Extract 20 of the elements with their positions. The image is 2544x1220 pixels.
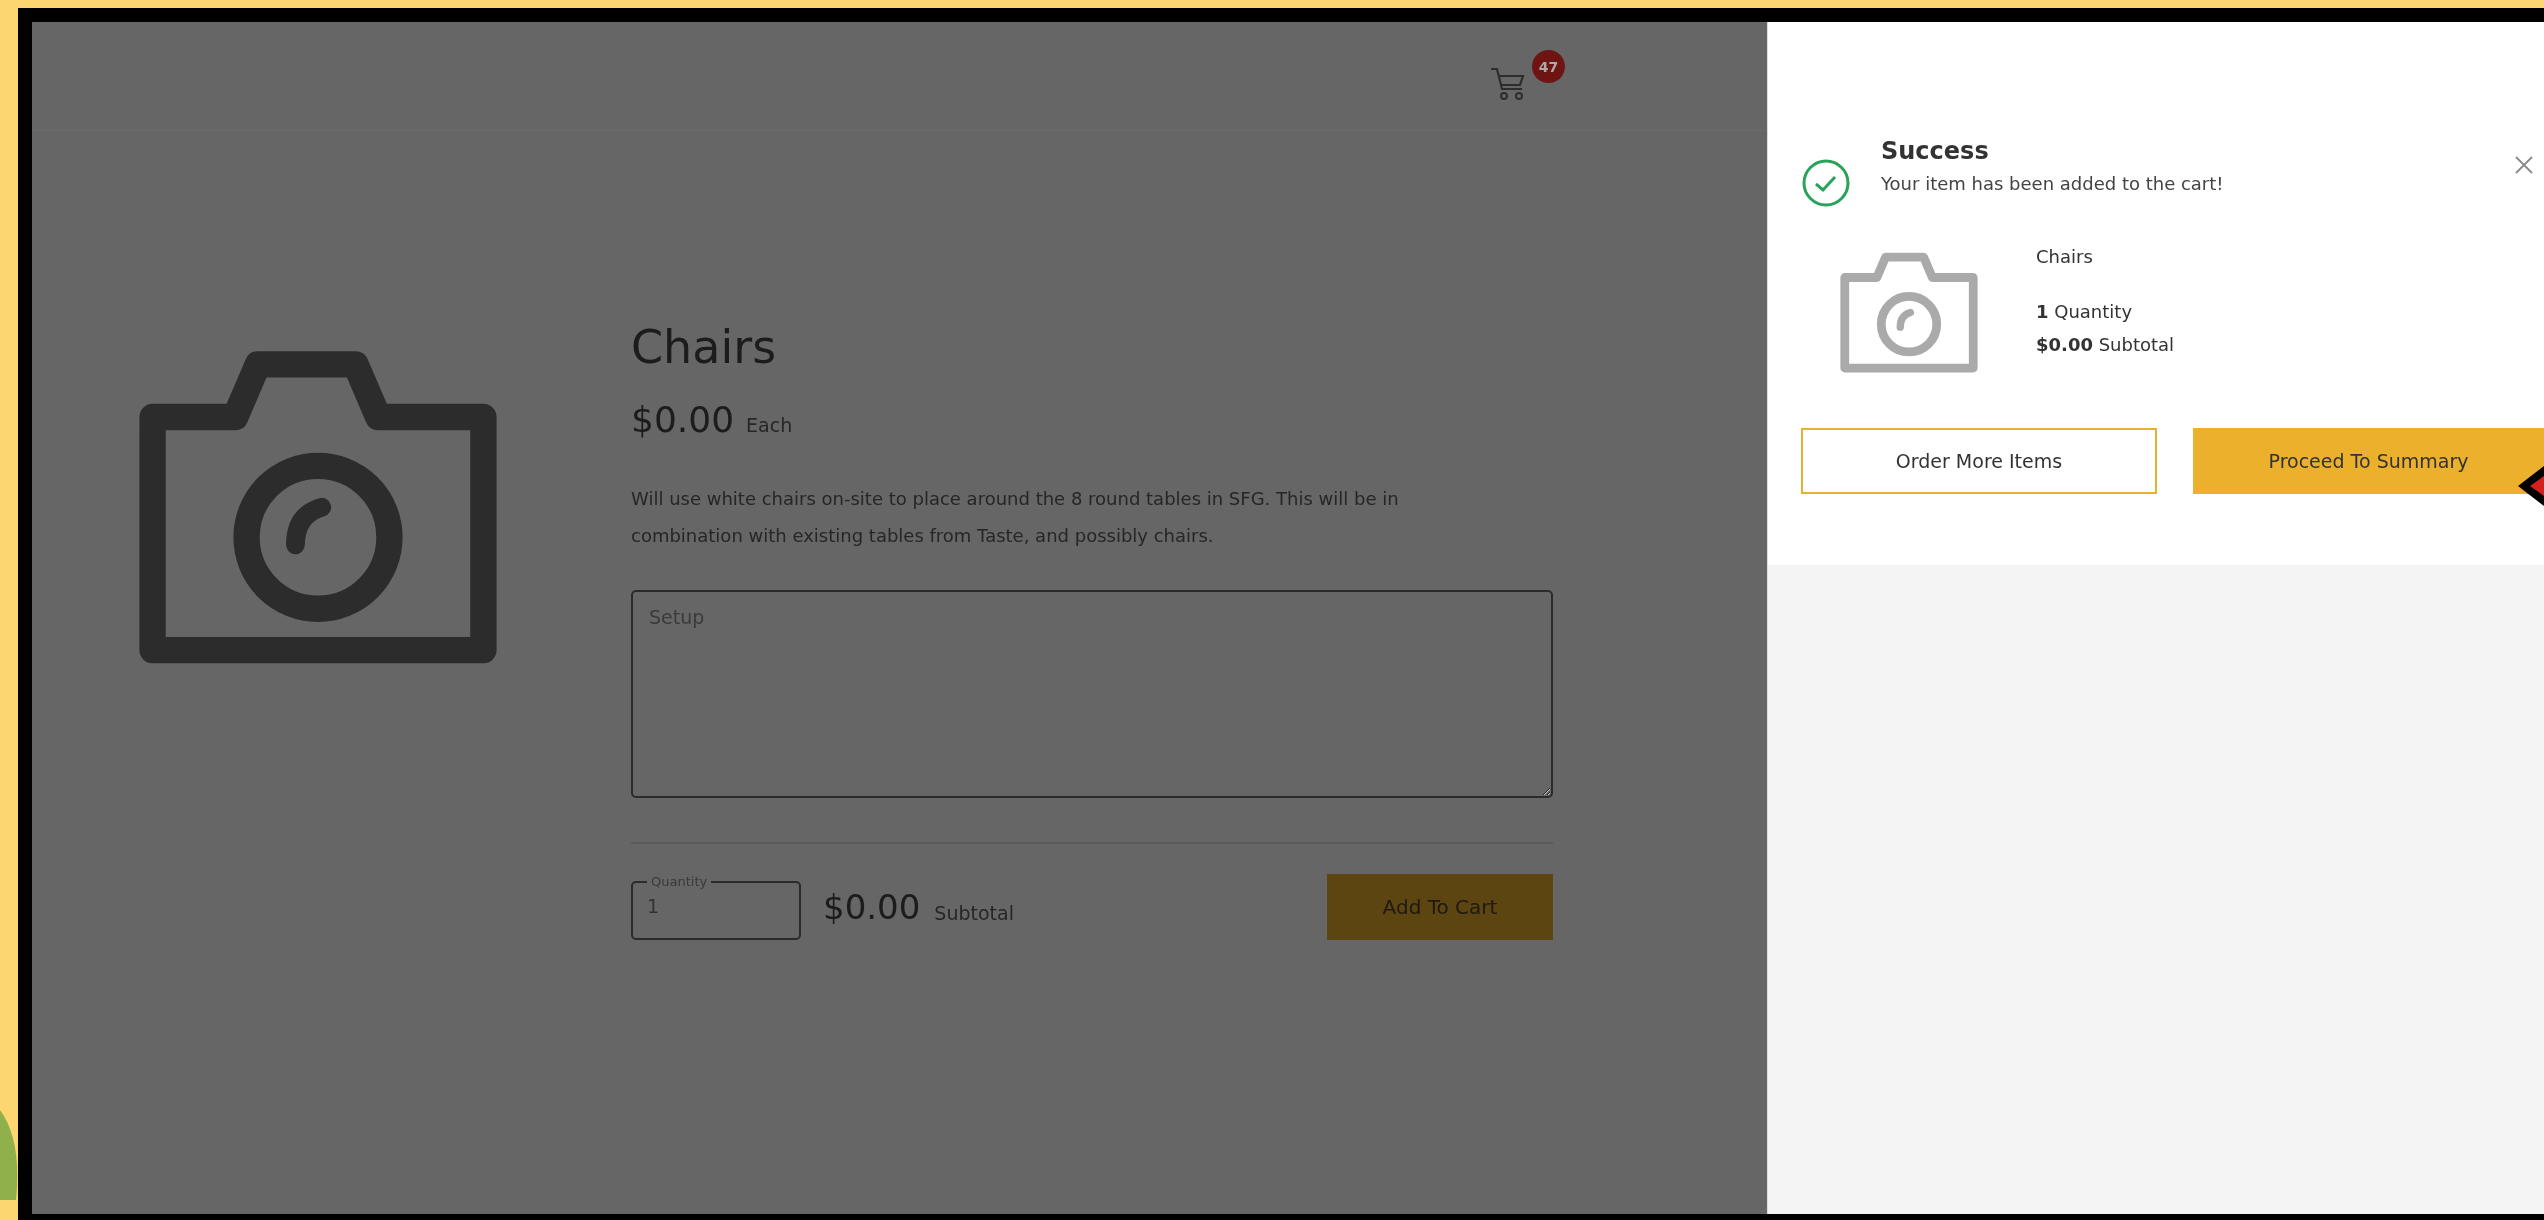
product-description: Will use white chairs on-site to place around the 8 round tables in SFG. This will be in combination with existing tables from Taste, and possibly chairs.	[631, 487, 1400, 548]
price-unit: Each	[746, 414, 793, 436]
product-title: Chairs	[631, 319, 778, 376]
subtotal-amount: $0.00	[823, 887, 921, 927]
item-quantity: 1	[2036, 301, 2049, 322]
add-to-cart-button[interactable]: Add To Cart	[1327, 874, 1553, 940]
subtotal-label: Subtotal	[2098, 334, 2175, 355]
pointer-arrow-icon	[2518, 466, 2544, 506]
order-more-button[interactable]: Order More Items	[1801, 428, 2157, 494]
success-check-icon	[1801, 158, 1851, 208]
notification-title: Success	[1881, 137, 1990, 165]
cart-count-badge: 47	[1532, 50, 1565, 83]
quantity-label: Quantity	[2054, 301, 2133, 322]
proceed-button[interactable]: Proceed To Summary	[2193, 428, 2544, 494]
item-subtotal: $0.00	[2036, 334, 2093, 355]
notification-message: Your item has been added to the cart!	[1881, 173, 2225, 194]
subtotal-label: Subtotal	[934, 902, 1014, 924]
item-name: Chairs	[2036, 246, 2094, 267]
close-icon[interactable]	[2514, 155, 2534, 175]
product-price: $0.00	[631, 399, 735, 440]
